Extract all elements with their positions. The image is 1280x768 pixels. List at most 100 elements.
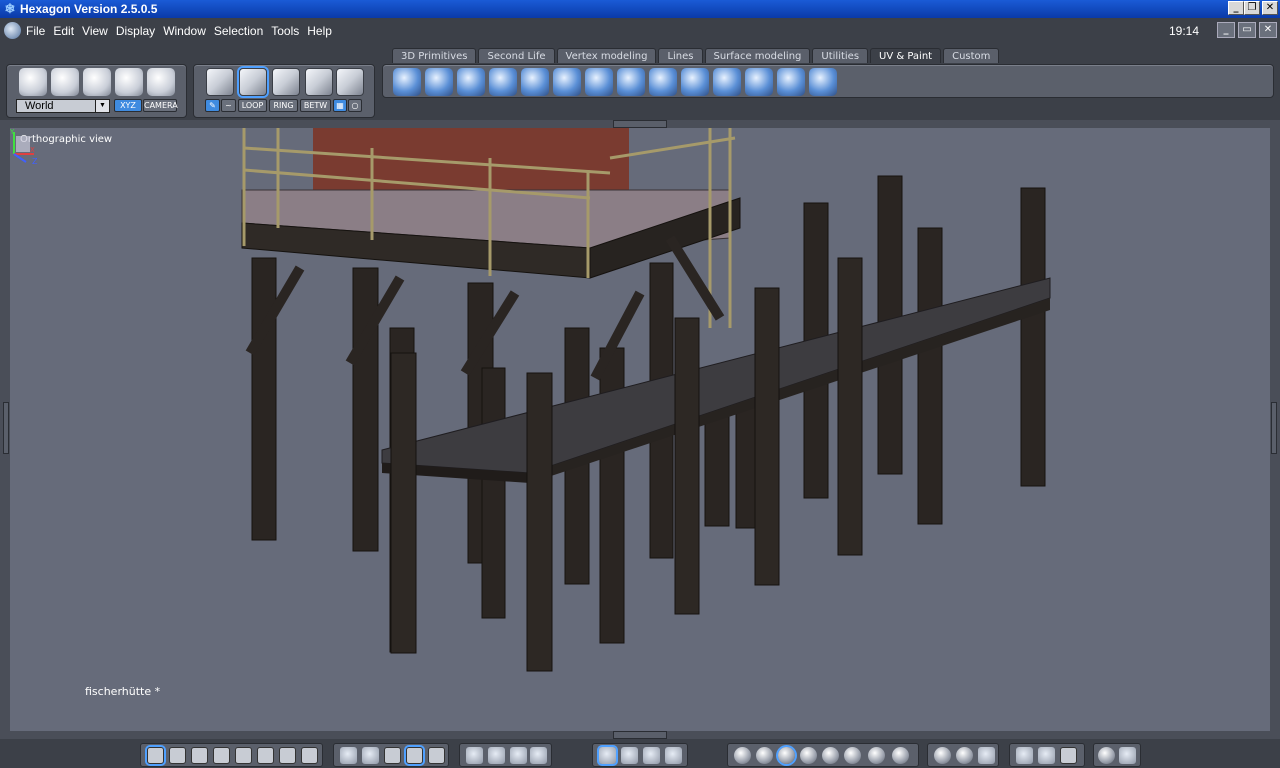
paint-tool-5-icon[interactable] <box>713 68 741 96</box>
grid-toggle-icon[interactable] <box>340 747 357 764</box>
layout-three-bottom-icon[interactable] <box>213 747 230 764</box>
layout-single-icon[interactable] <box>147 747 164 764</box>
uv-mapping-icon[interactable] <box>393 68 421 96</box>
pivot-icon[interactable] <box>599 747 616 764</box>
frame-all-icon[interactable] <box>466 747 483 764</box>
coordinate-space-select[interactable]: World ▼ <box>16 99 110 113</box>
menu-display[interactable]: Display <box>116 24 155 38</box>
gouraud-sphere-icon[interactable] <box>868 747 885 764</box>
select-tool-icon[interactable] <box>19 68 47 96</box>
uv-box-icon[interactable] <box>489 68 517 96</box>
shrink-select-icon[interactable]: ○ <box>348 99 362 112</box>
grow-select-icon[interactable]: ▦ <box>333 99 347 112</box>
menu-file[interactable]: File <box>26 24 45 38</box>
chevron-down-icon[interactable]: ▼ <box>95 100 109 112</box>
doc-close-button[interactable]: ✕ <box>1259 22 1277 38</box>
loop-button[interactable]: LOOP <box>238 99 267 112</box>
layout-three-left-icon[interactable] <box>235 747 252 764</box>
panels-icon[interactable] <box>1060 747 1077 764</box>
textured-sphere-icon[interactable] <box>778 747 795 764</box>
doc-minimize-button[interactable]: _ <box>1217 22 1235 38</box>
paint-tool-2-icon[interactable] <box>617 68 645 96</box>
tab-vertex-modeling[interactable]: Vertex modeling <box>556 48 657 63</box>
tab-custom[interactable]: Custom <box>943 48 1000 63</box>
tab-uv-paint[interactable]: UV & Paint <box>870 48 942 63</box>
left-panel-handle[interactable] <box>3 402 9 454</box>
right-panel-handle[interactable] <box>1271 402 1277 454</box>
lasso-select-icon[interactable]: ~ <box>221 99 236 112</box>
tab-second-life[interactable]: Second Life <box>478 48 555 63</box>
tab-lines[interactable]: Lines <box>658 48 703 63</box>
paint-tool-7-icon[interactable] <box>777 68 805 96</box>
layout-three-right-icon[interactable] <box>257 747 274 764</box>
move-tool-icon[interactable] <box>51 68 79 96</box>
doc-maximize-button[interactable]: ▭ <box>1238 22 1256 38</box>
select-points-icon[interactable] <box>206 68 234 96</box>
uv-grid-icon[interactable] <box>406 747 423 764</box>
ambient-occlusion-icon[interactable] <box>956 747 973 764</box>
paint-sphere-icon[interactable] <box>521 68 549 96</box>
ring-button[interactable]: RING <box>269 99 298 112</box>
layout-horizontal-icon[interactable] <box>279 747 296 764</box>
orbit-icon[interactable] <box>488 747 505 764</box>
layout-vertical-icon[interactable] <box>301 747 318 764</box>
bevel-icon[interactable] <box>1038 747 1055 764</box>
eye-icon[interactable] <box>530 747 547 764</box>
menu-tools[interactable]: Tools <box>271 24 299 38</box>
bottom-panel-handle[interactable] <box>613 731 667 739</box>
camera-toggle[interactable]: CAMERA <box>143 99 178 112</box>
scale-tool-icon[interactable] <box>115 68 143 96</box>
select-auto-icon[interactable] <box>305 68 333 96</box>
wireframe-sphere-icon[interactable] <box>734 747 751 764</box>
tab-utilities[interactable]: Utilities <box>812 48 869 63</box>
dome-light-icon[interactable] <box>934 747 951 764</box>
paint-tool-8-icon[interactable] <box>809 68 837 96</box>
smooth-sphere-icon[interactable] <box>844 747 861 764</box>
drop-icon[interactable] <box>665 747 682 764</box>
paint-tool-1-icon[interactable] <box>585 68 613 96</box>
menu-selection[interactable]: Selection <box>214 24 263 38</box>
restore-button[interactable]: ❐ <box>1244 1 1260 15</box>
paint-tool-6-icon[interactable] <box>745 68 773 96</box>
snap-icon[interactable] <box>643 747 660 764</box>
top-panel-handle[interactable] <box>613 120 667 128</box>
shadow-shield-icon[interactable] <box>1016 747 1033 764</box>
rotate-tool-icon[interactable] <box>83 68 111 96</box>
3d-viewport[interactable]: Orthographic view Y X Z fischerhütte * <box>10 128 1270 731</box>
menu-window[interactable]: Window <box>163 24 206 38</box>
align-icon[interactable] <box>621 747 638 764</box>
tab-surface-modeling[interactable]: Surface modeling <box>704 48 811 63</box>
checker-grid-icon[interactable] <box>428 747 445 764</box>
universal-manipulator-icon[interactable] <box>147 68 175 96</box>
betw-button[interactable]: BETW <box>300 99 331 112</box>
smooth-wire-sphere-icon[interactable] <box>800 747 817 764</box>
paint-tool-3-icon[interactable] <box>649 68 677 96</box>
hidden-line-sphere-icon[interactable] <box>756 747 773 764</box>
menu-edit[interactable]: Edit <box>53 24 74 38</box>
select-edges-icon[interactable] <box>272 68 300 96</box>
select-object-icon[interactable] <box>336 68 364 96</box>
texture-grid-icon[interactable] <box>384 747 401 764</box>
close-button[interactable]: ✕ <box>1262 1 1278 15</box>
paint-tool-4-icon[interactable] <box>681 68 709 96</box>
lights-icon[interactable] <box>978 747 995 764</box>
camera-snapshot-icon[interactable] <box>1119 747 1136 764</box>
uv-checker-icon[interactable] <box>457 68 485 96</box>
flat-sphere-icon[interactable] <box>822 747 839 764</box>
layout-quad-icon[interactable] <box>169 747 186 764</box>
menu-view[interactable]: View <box>82 24 108 38</box>
shiny-sphere-icon[interactable] <box>892 747 909 764</box>
select-faces-icon[interactable] <box>239 68 267 96</box>
tab-3d-primitives[interactable]: 3D Primitives <box>392 48 477 63</box>
zoom-icon[interactable] <box>510 747 527 764</box>
menu-help[interactable]: Help <box>307 24 332 38</box>
layout-three-top-icon[interactable] <box>191 747 208 764</box>
minimize-button[interactable]: _ <box>1228 1 1244 15</box>
xyz-toggle[interactable]: XYZ <box>114 99 142 112</box>
paint-head-icon[interactable] <box>553 68 581 96</box>
uv-unfold-icon[interactable] <box>425 68 453 96</box>
magnet-icon[interactable] <box>362 747 379 764</box>
render-bomb-icon[interactable] <box>1098 747 1115 764</box>
hexagon-logo-icon[interactable] <box>4 22 21 39</box>
brush-select-icon[interactable]: ✎ <box>205 99 220 112</box>
